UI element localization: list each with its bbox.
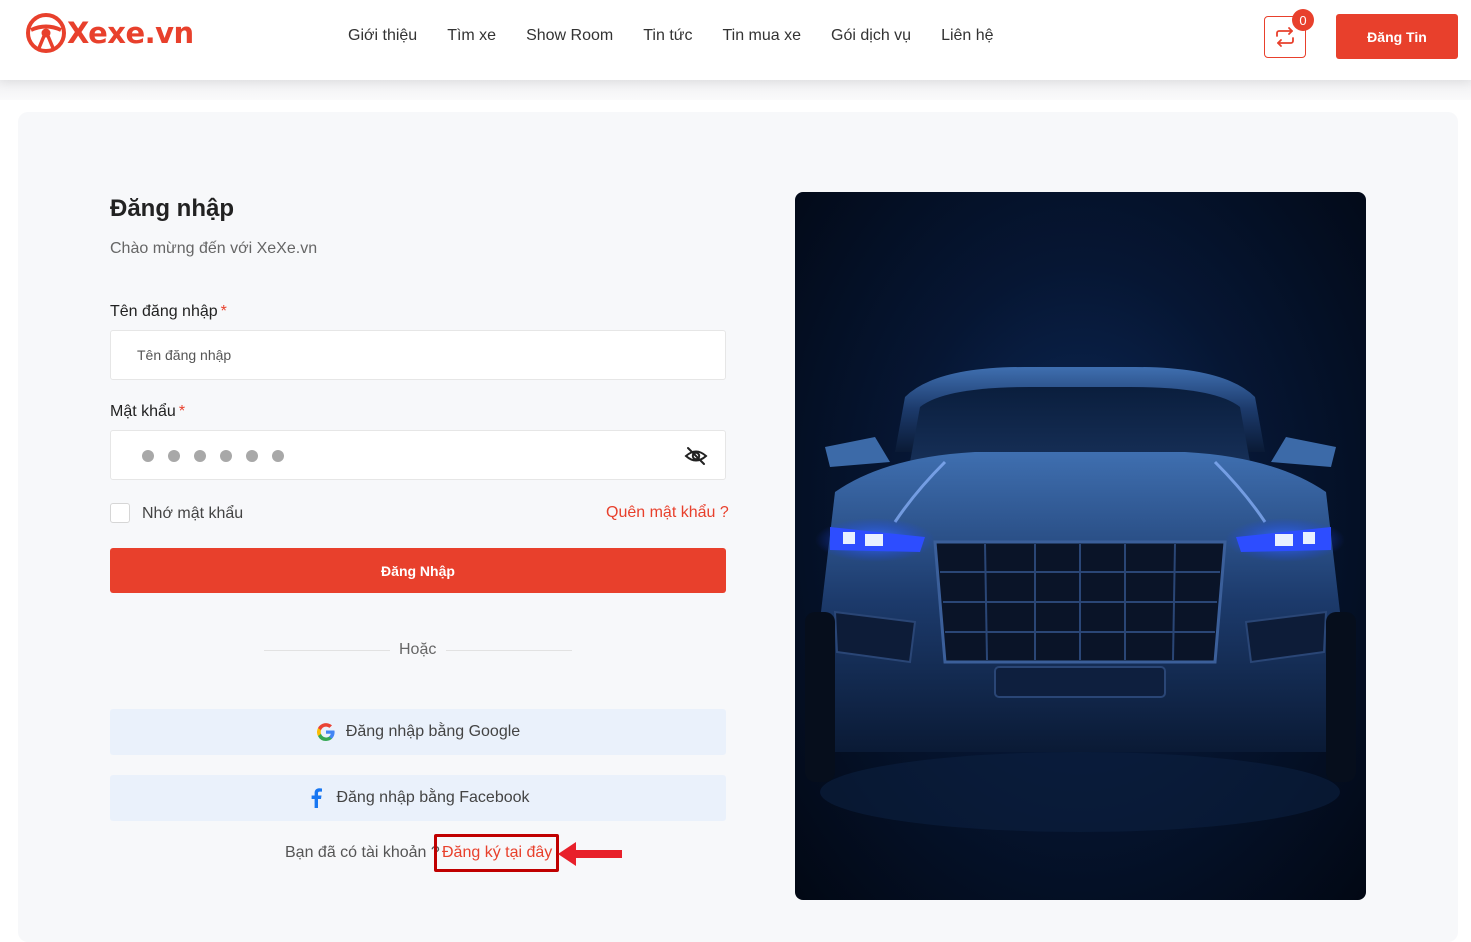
arrow-left-icon	[558, 842, 622, 866]
hero-car-image	[795, 192, 1366, 900]
nav-item-lien-he[interactable]: Liên hệ	[941, 27, 994, 45]
required-mark: *	[220, 303, 227, 320]
remember-label: Nhớ mật khẩu	[142, 505, 244, 522]
logo-text: Xexe.vn	[67, 16, 194, 50]
nav-item-goi-dich-vu[interactable]: Gói dịch vụ	[831, 27, 911, 45]
divider-right	[446, 650, 572, 651]
nav-item-tin-mua-xe[interactable]: Tin mua xe	[722, 27, 801, 45]
nav-item-tim-xe[interactable]: Tìm xe	[447, 27, 496, 45]
username-label: Tên đăng nhập *	[110, 303, 227, 321]
username-input[interactable]	[110, 330, 726, 380]
password-label-text: Mật khẩu	[110, 403, 176, 420]
post-listing-button[interactable]: Đăng Tin	[1336, 14, 1458, 59]
password-mask	[142, 450, 284, 462]
logo[interactable]: Xexe.vn	[26, 13, 194, 53]
forgot-password-link[interactable]: Quên mật khẩu ?	[606, 504, 729, 522]
car-illustration	[805, 367, 1356, 832]
divider-left	[264, 650, 390, 651]
password-label: Mật khẩu *	[110, 403, 185, 421]
register-link[interactable]: Đăng ký tại đây	[442, 844, 552, 862]
main-nav: Giới thiệu Tìm xe Show Room Tin tức Tin …	[348, 27, 994, 45]
or-divider-text: Hoặc	[399, 641, 437, 658]
steering-wheel-icon	[26, 13, 66, 53]
eye-slash-icon[interactable]	[684, 444, 708, 468]
google-login-button[interactable]: Đăng nhập bằng Google	[110, 709, 726, 755]
header-shadow-bar	[0, 80, 1471, 100]
compare-count-badge: 0	[1292, 9, 1314, 31]
facebook-login-button[interactable]: Đăng nhập bằng Facebook	[110, 775, 726, 821]
facebook-icon	[306, 788, 326, 808]
required-mark: *	[178, 403, 186, 420]
login-submit-button[interactable]: Đăng Nhập	[110, 548, 726, 593]
remember-checkbox[interactable]	[110, 503, 130, 523]
nav-item-show-room[interactable]: Show Room	[526, 27, 613, 45]
nav-item-tin-tuc[interactable]: Tin tức	[643, 27, 692, 45]
nav-item-gioi-thieu[interactable]: Giới thiệu	[348, 27, 417, 45]
compare-icon	[1276, 27, 1294, 47]
google-login-label: Đăng nhập bằng Google	[345, 723, 521, 740]
page-title: Đăng nhập	[110, 195, 234, 222]
google-icon	[316, 722, 336, 742]
username-label-text: Tên đăng nhập	[110, 303, 218, 320]
header: Xexe.vn Giới thiệu Tìm xe Show Room Tin …	[0, 0, 1471, 80]
register-prompt: Bạn đã có tài khoản ?	[285, 844, 440, 861]
facebook-login-label: Đăng nhập bằng Facebook	[336, 789, 530, 806]
page-subtitle: Chào mừng đến với XeXe.vn	[110, 240, 318, 257]
